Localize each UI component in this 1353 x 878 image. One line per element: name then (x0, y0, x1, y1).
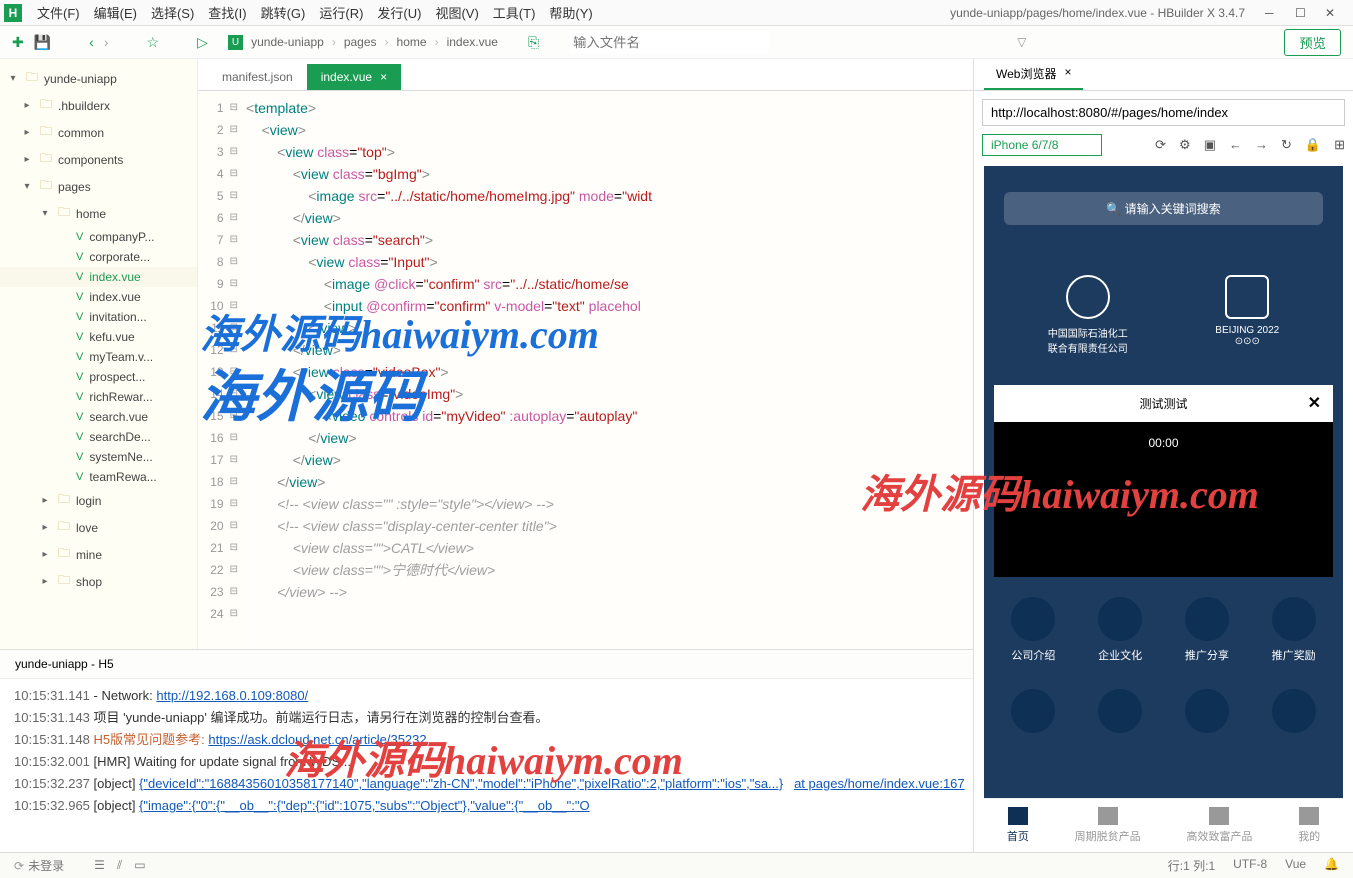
preview-logo2: BEIJING 2022⊙⊙⊙ (1215, 275, 1279, 355)
tree-item[interactable]: ▸🗀common (0, 119, 197, 146)
cursor-position: 行:1 列:1 (1168, 857, 1215, 874)
forward-icon[interactable]: → (1255, 137, 1268, 153)
editor-tab[interactable]: index.vue× (307, 64, 401, 90)
tree-item[interactable]: ▾🗀home (0, 200, 197, 227)
encoding[interactable]: UTF-8 (1233, 857, 1267, 874)
tree-item[interactable]: VmyTeam.v... (0, 347, 197, 367)
tree-item[interactable]: Vprospect... (0, 367, 197, 387)
preview-search[interactable]: 🔍 请输入关键词搜索 (1004, 192, 1323, 225)
line-gutter: 1⊟2⊟3⊟4⊟5⊟6⊟7⊟8⊟9⊟10⊟11⊟12⊟13⊟14⊟15⊟16⊟1… (198, 91, 246, 649)
breadcrumb-item[interactable]: home (397, 35, 427, 49)
breadcrumb: U yunde-uniapp › pages › home › index.vu… (228, 35, 498, 50)
lock-icon[interactable]: 🔒 (1305, 137, 1321, 153)
console-title: yunde-uniapp - H5 (15, 657, 114, 671)
tree-item[interactable]: VcompanyP... (0, 227, 197, 247)
back-icon[interactable]: ‹ (89, 34, 94, 50)
tree-item[interactable]: VsystemNe... (0, 447, 197, 467)
tree-item[interactable]: ▾🗀yunde-uniapp (0, 65, 197, 92)
tree-item[interactable]: VrichRewar... (0, 387, 197, 407)
tree-item[interactable]: ▸🗀.hbuilderx (0, 92, 197, 119)
sb-icon[interactable]: ☰ (94, 858, 105, 873)
new-file-icon[interactable]: ✚ (12, 34, 24, 51)
preview-tabbar-item[interactable]: 高效致富产品 (1186, 807, 1252, 844)
preview-nav-item[interactable]: 公司介绍 (1011, 597, 1055, 663)
star-icon[interactable]: ☆ (147, 34, 160, 51)
menu-item[interactable]: 跳转(G) (254, 3, 313, 22)
sync-icon[interactable]: ⟳ (14, 859, 24, 873)
language-mode[interactable]: Vue (1285, 857, 1306, 874)
forward-icon[interactable]: › (104, 34, 109, 50)
tree-item[interactable]: ▾🗀pages (0, 173, 197, 200)
menu-item[interactable]: 发行(U) (370, 3, 428, 22)
video-close-icon[interactable]: ✕ (1308, 393, 1321, 413)
save-icon[interactable]: 💾 (34, 34, 51, 51)
minimize-button[interactable]: ─ (1265, 6, 1279, 20)
tree-item[interactable]: ▸🗀login (0, 487, 197, 514)
tree-item[interactable]: Vindex.vue (0, 267, 197, 287)
window-title: yunde-uniapp/pages/home/index.vue - HBui… (600, 6, 1255, 20)
notify-icon[interactable]: 🔔 (1324, 857, 1339, 874)
reload-icon[interactable]: ↻ (1281, 137, 1292, 153)
tree-item[interactable]: VteamRewa... (0, 467, 197, 487)
menu-item[interactable]: 运行(R) (312, 3, 370, 22)
project-sidebar: ▾🗀yunde-uniapp▸🗀.hbuilderx▸🗀common▸🗀comp… (0, 59, 198, 649)
toolbar: ✚ 💾 ‹ › ☆ ▷ U yunde-uniapp › pages › hom… (0, 26, 1353, 59)
app-logo: H (4, 4, 22, 22)
tree-item[interactable]: ▸🗀mine (0, 541, 197, 568)
close-icon[interactable]: × (380, 70, 387, 84)
breadcrumb-item[interactable]: index.vue (447, 35, 498, 49)
editor-tab[interactable]: manifest.json (208, 64, 307, 90)
browser-panel: Web浏览器 × http://localhost:8080/#/pages/h… (973, 59, 1353, 852)
tree-item[interactable]: Vsearch.vue (0, 407, 197, 427)
preview-tabbar-item[interactable]: 我的 (1298, 807, 1320, 844)
login-status[interactable]: 未登录 (28, 857, 64, 874)
preview-nav-item[interactable]: 推广奖励 (1272, 597, 1316, 663)
menu-item[interactable]: 编辑(E) (87, 3, 144, 22)
close-icon[interactable]: × (1064, 65, 1071, 82)
close-button[interactable]: ✕ (1325, 6, 1339, 20)
device-select[interactable]: iPhone 6/7/8 (982, 134, 1102, 156)
screenshot-icon[interactable]: ▣ (1204, 137, 1216, 153)
url-bar[interactable]: http://localhost:8080/#/pages/home/index (982, 99, 1345, 126)
grid-icon[interactable]: ⊞ (1334, 137, 1345, 153)
preview-video[interactable]: 测试测试 ✕ 00:00 (994, 385, 1333, 577)
refresh-icon[interactable]: ⟳ (1155, 137, 1166, 153)
settings-icon[interactable]: ⚙ (1179, 137, 1191, 153)
run-icon[interactable]: ▷ (197, 34, 208, 51)
browser-tab[interactable]: Web浏览器 × (984, 59, 1083, 90)
sb-icon[interactable]: ⫽ (117, 858, 122, 873)
tree-item[interactable]: Vinvitation... (0, 307, 197, 327)
tree-item[interactable]: Vcorporate... (0, 247, 197, 267)
menu-item[interactable]: 工具(T) (486, 3, 543, 22)
preview-nav-item[interactable]: 推广分享 (1185, 597, 1229, 663)
filter-icon[interactable]: ▽ (1017, 35, 1026, 49)
menu-item[interactable]: 帮助(Y) (542, 3, 599, 22)
breadcrumb-item[interactable]: pages (344, 35, 377, 49)
file-search-input[interactable] (569, 31, 769, 54)
tree-item[interactable]: ▸🗀shop (0, 568, 197, 595)
phone-preview: 🔍 请输入关键词搜索 中国国际石油化工联合有限责任公司 BEIJING 2022… (984, 166, 1343, 852)
back-icon[interactable]: ← (1229, 137, 1242, 153)
tree-item[interactable]: Vindex.vue (0, 287, 197, 307)
uniapp-icon: U (228, 35, 243, 50)
menu-item[interactable]: 视图(V) (428, 3, 485, 22)
preview-logo1: 中国国际石油化工联合有限责任公司 (1048, 275, 1128, 355)
tree-item[interactable]: Vkefu.vue (0, 327, 197, 347)
tree-item[interactable]: ▸🗀components (0, 146, 197, 173)
menu-item[interactable]: 选择(S) (144, 3, 201, 22)
menu-item[interactable]: 查找(I) (201, 3, 253, 22)
preview-nav-item[interactable]: 企业文化 (1098, 597, 1142, 663)
locate-icon[interactable]: ⎘ (528, 34, 539, 51)
maximize-button[interactable]: ☐ (1295, 6, 1309, 20)
preview-tabbar-item[interactable]: 周期脱贫产品 (1075, 807, 1141, 844)
statusbar: ⟳ 未登录 ☰ ⫽ ▭ 行:1 列:1 UTF-8 Vue 🔔 (0, 852, 1353, 878)
sb-icon[interactable]: ▭ (134, 858, 145, 873)
tree-item[interactable]: ▸🗀love (0, 514, 197, 541)
tree-item[interactable]: VsearchDe... (0, 427, 197, 447)
preview-tabbar-item[interactable]: 首页 (1007, 807, 1029, 844)
menu-item[interactable]: 文件(F) (30, 3, 87, 22)
preview-button[interactable]: 预览 (1284, 29, 1341, 56)
breadcrumb-item[interactable]: yunde-uniapp (251, 35, 324, 49)
menubar: H 文件(F)编辑(E)选择(S)查找(I)跳转(G)运行(R)发行(U)视图(… (0, 0, 1353, 26)
